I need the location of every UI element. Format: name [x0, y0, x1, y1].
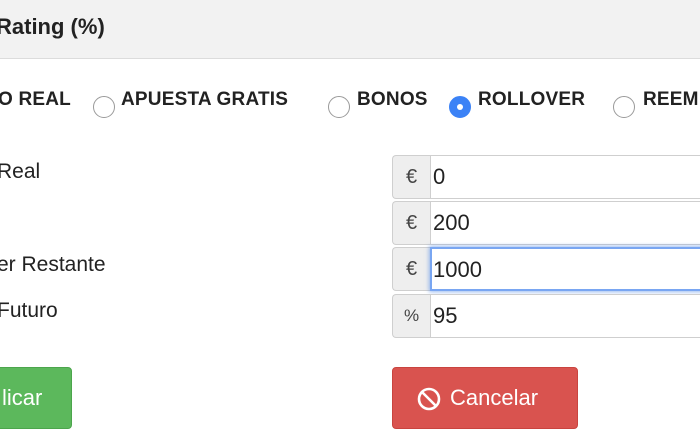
radio-apuesta-gratis[interactable]: [93, 96, 115, 118]
euro-addon: €: [392, 155, 430, 199]
cancel-button[interactable]: Cancelar: [392, 367, 578, 429]
field-label-rollover-restante: er Restante: [0, 253, 106, 276]
radio-label-reembolso[interactable]: REEM: [643, 89, 699, 111]
radio-bonos[interactable]: [328, 96, 350, 118]
modal-header: Rating (%): [0, 0, 700, 59]
ban-icon: [417, 387, 441, 411]
bet-type-radio-group: O REAL APUESTA GRATIS BONOS ROLLOVER REE…: [0, 86, 700, 120]
apply-button[interactable]: licar: [0, 367, 72, 429]
radio-rollover[interactable]: [449, 96, 471, 118]
rollover-restante-input[interactable]: 1000: [430, 247, 700, 291]
modal-title: Rating (%): [0, 14, 105, 39]
futuro-input[interactable]: 95: [430, 294, 700, 338]
field-label-futuro: Futuro: [0, 299, 58, 322]
amount-input[interactable]: 200: [430, 201, 700, 245]
radio-label-bonos[interactable]: BONOS: [357, 89, 428, 111]
euro-addon: €: [392, 201, 430, 245]
percent-addon: %: [392, 294, 430, 338]
radio-label-real[interactable]: O REAL: [0, 89, 71, 111]
radio-reembolso[interactable]: [613, 96, 635, 118]
apply-button-label: licar: [2, 385, 43, 410]
field-label-real: Real: [0, 160, 41, 183]
real-input[interactable]: 0: [430, 155, 700, 199]
euro-addon: €: [392, 247, 430, 291]
cancel-button-label: Cancelar: [450, 385, 539, 410]
radio-label-apuesta-gratis[interactable]: APUESTA GRATIS: [121, 89, 288, 111]
radio-label-rollover[interactable]: ROLLOVER: [478, 89, 585, 111]
